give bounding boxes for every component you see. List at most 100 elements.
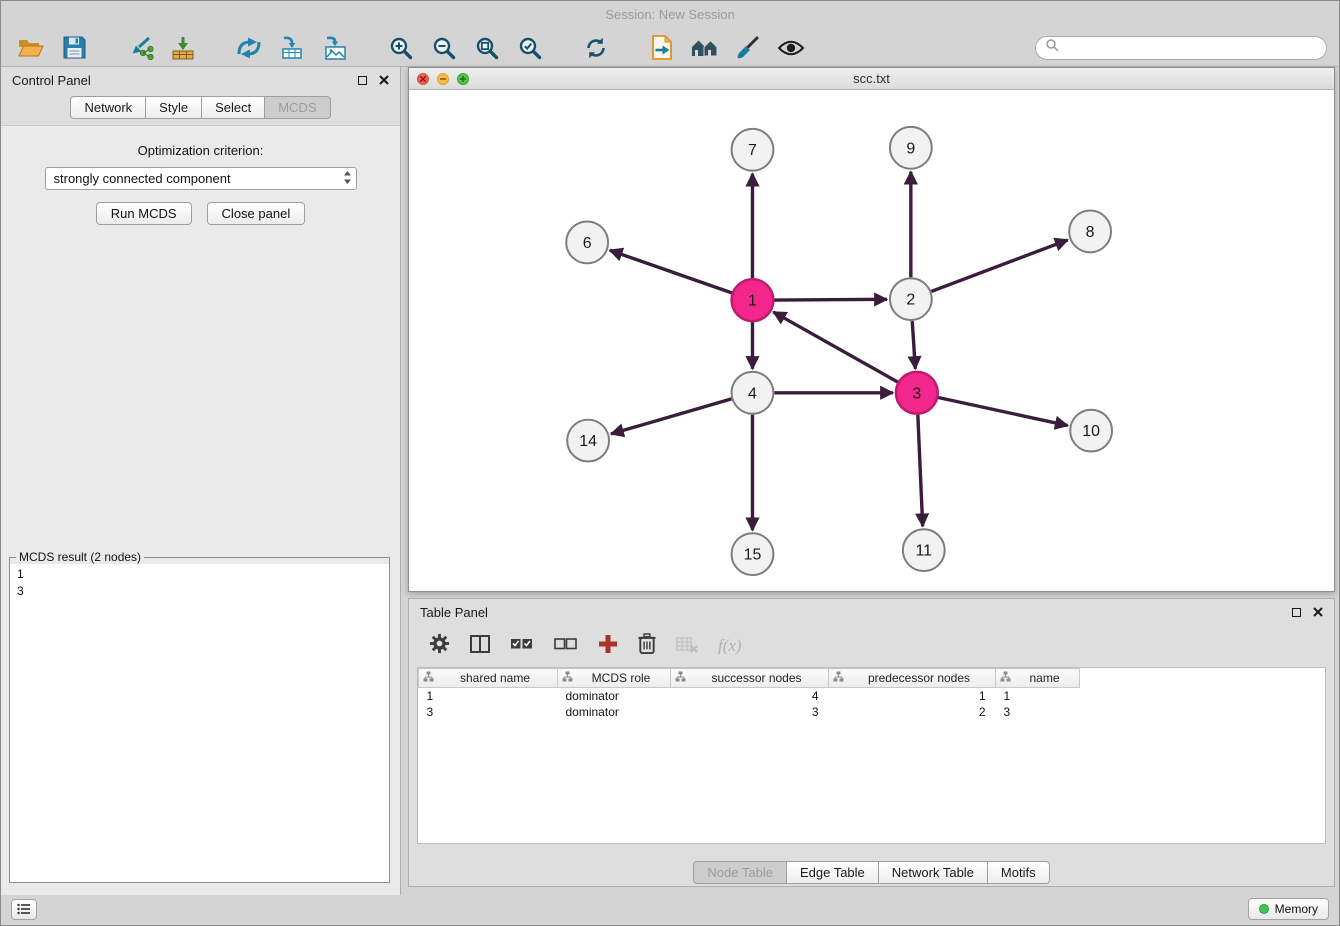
graph-node-3[interactable]: 3 bbox=[896, 372, 938, 414]
export-image-button[interactable] bbox=[317, 33, 353, 63]
network-from-selection-button[interactable] bbox=[231, 33, 267, 63]
table-cell[interactable]: 1 bbox=[996, 688, 1080, 704]
tab-edge-table[interactable]: Edge Table bbox=[787, 861, 879, 884]
table-cell[interactable]: 3 bbox=[996, 704, 1080, 720]
tab-select[interactable]: Select bbox=[202, 96, 265, 119]
table-panel-close-button[interactable] bbox=[1313, 605, 1323, 620]
export-network-button[interactable] bbox=[644, 33, 680, 63]
edge-1-to-6[interactable] bbox=[610, 250, 732, 293]
deselect-all-rows-button[interactable] bbox=[554, 634, 578, 659]
graph-node-10[interactable]: 10 bbox=[1070, 410, 1112, 452]
table-panel-float-button[interactable] bbox=[1292, 605, 1301, 620]
task-history-button[interactable] bbox=[11, 899, 37, 920]
table-cell[interactable]: 2 bbox=[829, 704, 996, 720]
maximize-window-button[interactable] bbox=[457, 73, 469, 85]
import-table-button[interactable] bbox=[165, 33, 201, 63]
table-cell[interactable]: 3 bbox=[419, 704, 558, 720]
control-panel-close-button[interactable] bbox=[379, 73, 389, 88]
edge-1-to-2[interactable] bbox=[774, 299, 887, 300]
graph-node-7[interactable]: 7 bbox=[732, 129, 774, 171]
network-canvas[interactable]: 7 9 6 8 1 2 4 3 14 10 15 11 bbox=[409, 91, 1334, 591]
table-row[interactable]: 1dominator411 bbox=[419, 688, 1080, 704]
minimize-icon bbox=[439, 75, 447, 83]
create-column-button[interactable] bbox=[598, 634, 618, 659]
svg-text:2: 2 bbox=[906, 292, 915, 309]
column-header-name[interactable]: name bbox=[996, 669, 1080, 688]
search-input[interactable] bbox=[1064, 41, 1317, 55]
delete-columns-button[interactable] bbox=[638, 633, 656, 659]
refresh-icon bbox=[584, 36, 608, 60]
refresh-network-view-button[interactable] bbox=[578, 33, 614, 63]
table-panel: Table Panel f(x) shared nameMCDS rolesuc… bbox=[408, 598, 1335, 887]
criterion-select[interactable]: strongly connected component bbox=[45, 167, 357, 190]
mcds-panel: Optimization criterion: strongly connect… bbox=[1, 125, 400, 895]
open-file-button[interactable] bbox=[13, 33, 49, 63]
network-window-titlebar[interactable]: scc.txt bbox=[409, 68, 1334, 90]
tab-network[interactable]: Network bbox=[70, 96, 146, 119]
tab-style[interactable]: Style bbox=[146, 96, 202, 119]
toggle-columns-button[interactable] bbox=[470, 634, 490, 659]
column-sort-icon bbox=[675, 671, 686, 685]
edge-2-to-3[interactable] bbox=[912, 321, 915, 369]
edge-2-to-8[interactable] bbox=[931, 240, 1067, 291]
graph-node-2[interactable]: 2 bbox=[890, 278, 932, 320]
graph-node-4[interactable]: 4 bbox=[732, 372, 774, 414]
zoom-in-button[interactable] bbox=[383, 33, 419, 63]
graph-node-11[interactable]: 11 bbox=[903, 529, 945, 571]
home-button[interactable] bbox=[687, 33, 723, 63]
memory-button[interactable]: Memory bbox=[1248, 898, 1329, 920]
paint-style-button[interactable] bbox=[730, 33, 766, 63]
zoom-selected-button[interactable] bbox=[512, 33, 548, 63]
zoom-out-icon bbox=[432, 36, 456, 60]
edge-3-to-11[interactable] bbox=[918, 415, 923, 527]
minimize-window-button[interactable] bbox=[437, 73, 449, 85]
export-table-button[interactable] bbox=[274, 33, 310, 63]
function-builder-button[interactable]: f(x) bbox=[718, 636, 742, 656]
node-table: shared nameMCDS rolesuccessor nodesprede… bbox=[418, 668, 1080, 720]
close-panel-button[interactable]: Close panel bbox=[207, 202, 306, 225]
table-cell[interactable]: dominator bbox=[558, 688, 671, 704]
select-all-rows-button[interactable] bbox=[510, 634, 534, 659]
table-cell[interactable]: 1 bbox=[829, 688, 996, 704]
tab-network-table[interactable]: Network Table bbox=[879, 861, 988, 884]
graph-node-1[interactable]: 1 bbox=[732, 279, 774, 321]
zoom-out-button[interactable] bbox=[426, 33, 462, 63]
table-row[interactable]: 3dominator323 bbox=[419, 704, 1080, 720]
column-header-mcds-role[interactable]: MCDS role bbox=[558, 669, 671, 688]
import-network-button[interactable] bbox=[122, 33, 158, 63]
edge-3-to-1[interactable] bbox=[773, 312, 897, 382]
zoom-fit-button[interactable] bbox=[469, 33, 505, 63]
table-cell[interactable]: 3 bbox=[671, 704, 829, 720]
control-panel-title: Control Panel bbox=[12, 73, 91, 88]
status-bar: Memory bbox=[1, 893, 1339, 925]
search-field[interactable] bbox=[1035, 36, 1327, 60]
graph-node-6[interactable]: 6 bbox=[566, 221, 608, 263]
column-header-predecessor-nodes[interactable]: predecessor nodes bbox=[829, 669, 996, 688]
tab-node-table[interactable]: Node Table bbox=[693, 861, 787, 884]
table-cell[interactable]: dominator bbox=[558, 704, 671, 720]
delete-table-button[interactable] bbox=[676, 635, 698, 658]
graph-node-14[interactable]: 14 bbox=[567, 420, 609, 462]
table-cell[interactable]: 4 bbox=[671, 688, 829, 704]
graph-node-9[interactable]: 9 bbox=[890, 127, 932, 169]
table-settings-button[interactable] bbox=[429, 633, 450, 659]
graph-node-8[interactable]: 8 bbox=[1069, 211, 1111, 253]
graph-node-15[interactable]: 15 bbox=[732, 533, 774, 575]
tab-motifs[interactable]: Motifs bbox=[988, 861, 1050, 884]
mcds-result-text[interactable]: 1 3 bbox=[10, 564, 389, 882]
control-panel-float-button[interactable] bbox=[358, 73, 367, 88]
save-session-button[interactable] bbox=[56, 33, 92, 63]
tab-mcds[interactable]: MCDS bbox=[265, 96, 330, 119]
column-header-shared-name[interactable]: shared name bbox=[419, 669, 558, 688]
close-window-button[interactable] bbox=[417, 73, 429, 85]
import-network-icon bbox=[127, 36, 154, 60]
column-header-successor-nodes[interactable]: successor nodes bbox=[671, 669, 829, 688]
run-mcds-button[interactable]: Run MCDS bbox=[96, 202, 192, 225]
node-table-container[interactable]: shared nameMCDS rolesuccessor nodesprede… bbox=[417, 667, 1326, 844]
show-graphics-details-button[interactable] bbox=[773, 33, 809, 63]
network-graph[interactable]: 7 9 6 8 1 2 4 3 14 10 15 11 bbox=[409, 91, 1334, 591]
list-icon bbox=[17, 903, 31, 915]
edge-4-to-14[interactable] bbox=[611, 399, 731, 434]
edge-3-to-10[interactable] bbox=[938, 397, 1067, 425]
table-cell[interactable]: 1 bbox=[419, 688, 558, 704]
